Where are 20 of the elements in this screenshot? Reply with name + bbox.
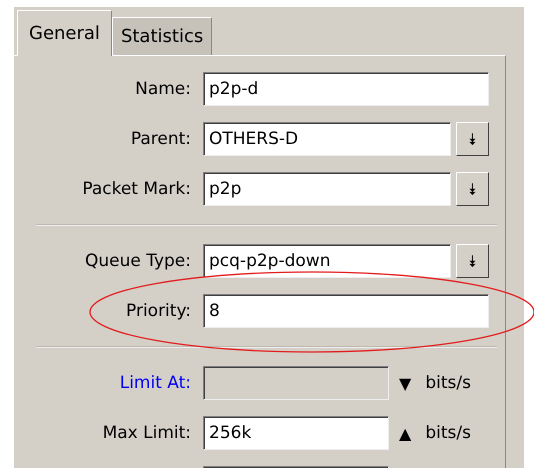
field-label: Queue Type: <box>84 251 192 271</box>
input-field[interactable]: p2p-d <box>203 72 489 106</box>
field-label: Packet Mark: <box>81 179 192 199</box>
unit-label: bits/s <box>425 373 471 393</box>
field-label: Priority: <box>125 301 192 321</box>
unit-label: bits/s <box>425 423 471 443</box>
tab[interactable]: General <box>17 10 112 56</box>
dropdown-button[interactable]: ⯯ <box>456 172 489 206</box>
dropdown-field[interactable]: p2p <box>203 172 451 206</box>
toggle-button[interactable]: ▲ <box>399 424 412 442</box>
input-field[interactable]: 8 <box>203 294 489 328</box>
tab[interactable]: Statistics <box>112 17 212 55</box>
dropdown-field[interactable]: OTHERS-D <box>203 122 451 156</box>
input-field[interactable]: 256k <box>203 416 389 450</box>
dropdown-field[interactable]: pcq-p2p-down <box>203 244 451 278</box>
field-label: Name: <box>134 79 192 99</box>
field-label: Max Limit: <box>102 423 192 443</box>
field-label: Parent: <box>130 129 192 149</box>
dropdown-button[interactable]: ⯯ <box>456 244 489 278</box>
dropdown-button[interactable]: ⯯ <box>456 122 489 156</box>
